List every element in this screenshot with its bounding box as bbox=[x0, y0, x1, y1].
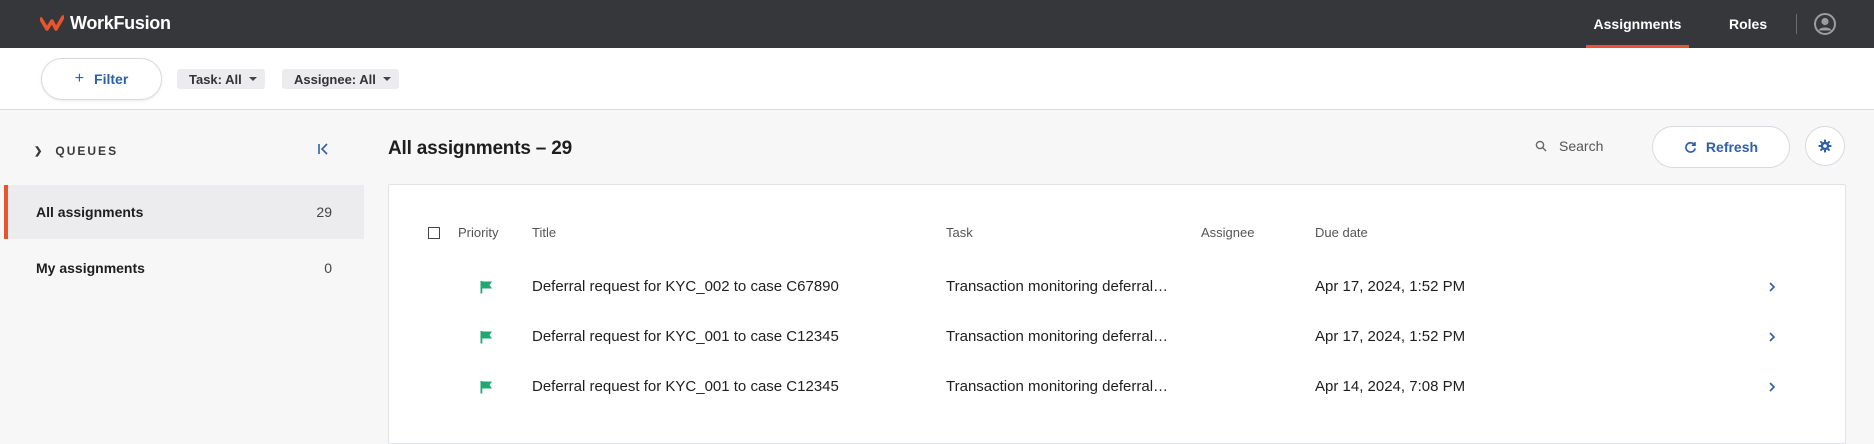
assignee-filter-chip[interactable]: Assignee: All bbox=[282, 69, 399, 89]
row-due-date: Apr 14, 2024, 7:08 PM bbox=[1315, 378, 1466, 395]
column-header-task[interactable]: Task bbox=[946, 225, 973, 240]
chevron-right-icon[interactable] bbox=[1767, 279, 1777, 295]
plus-icon: + bbox=[74, 70, 85, 87]
column-header-assignee[interactable]: Assignee bbox=[1201, 225, 1254, 240]
selected-indicator bbox=[4, 185, 8, 239]
row-due-date: Apr 17, 2024, 1:52 PM bbox=[1315, 278, 1466, 295]
nav-tab-roles[interactable]: Roles bbox=[1729, 0, 1767, 48]
workfusion-logo[interactable]: WorkFusion bbox=[40, 13, 171, 34]
assignee-filter-label: Assignee: All bbox=[294, 71, 376, 87]
workfusion-logo-icon bbox=[40, 14, 64, 31]
select-all-checkbox[interactable] bbox=[428, 227, 440, 239]
row-task: Transaction monitoring deferral… bbox=[946, 328, 1169, 345]
task-filter-chip[interactable]: Task: All bbox=[177, 69, 265, 89]
chevron-right-icon[interactable] bbox=[1767, 379, 1777, 395]
user-account-icon[interactable] bbox=[1814, 13, 1836, 35]
filter-bar: + Filter Task: All Assignee: All bbox=[0, 48, 1874, 110]
row-title: Deferral request for KYC_001 to case C12… bbox=[532, 378, 839, 395]
add-filter-button[interactable]: + Filter bbox=[41, 58, 162, 100]
queue-item-label: All assignments bbox=[36, 204, 144, 220]
chevron-right-icon[interactable] bbox=[1767, 329, 1777, 345]
nav-divider bbox=[1796, 14, 1797, 34]
add-filter-label: Filter bbox=[94, 71, 129, 87]
row-title: Deferral request for KYC_001 to case C12… bbox=[532, 328, 839, 345]
collapse-sidebar-icon[interactable] bbox=[316, 141, 332, 157]
search-placeholder: Search bbox=[1559, 138, 1604, 154]
flag-icon bbox=[480, 331, 492, 344]
column-header-title[interactable]: Title bbox=[532, 225, 556, 240]
chevron-down-icon: ❯ bbox=[34, 145, 43, 157]
table-settings-button[interactable] bbox=[1805, 126, 1845, 166]
table-row[interactable]: Deferral request for KYC_001 to case C12… bbox=[389, 312, 1847, 362]
nav-tab-assignments[interactable]: Assignments bbox=[1586, 0, 1689, 48]
queues-sidebar: ❯ QUEUES All assignments 29 My assignmen… bbox=[0, 111, 364, 435]
table-row[interactable]: Deferral request for KYC_001 to case C12… bbox=[389, 362, 1847, 412]
refresh-button[interactable]: Refresh bbox=[1652, 126, 1790, 168]
search-input[interactable]: Search bbox=[1535, 138, 1603, 154]
queue-item-count: 0 bbox=[324, 260, 332, 276]
row-task: Transaction monitoring deferral… bbox=[946, 378, 1169, 395]
queue-item-count: 29 bbox=[316, 204, 332, 220]
caret-down-icon bbox=[248, 77, 257, 81]
queue-item-label: My assignments bbox=[36, 260, 145, 276]
search-icon bbox=[1535, 140, 1547, 152]
brand-name: WorkFusion bbox=[70, 13, 171, 33]
queues-heading: QUEUES bbox=[55, 144, 119, 158]
row-task: Transaction monitoring deferral… bbox=[946, 278, 1169, 295]
task-filter-label: Task: All bbox=[189, 71, 242, 87]
refresh-label: Refresh bbox=[1705, 139, 1759, 155]
caret-down-icon bbox=[382, 77, 391, 81]
flag-icon bbox=[480, 281, 492, 294]
page-title: All assignments – 29 bbox=[388, 138, 572, 159]
top-navigation-bar: WorkFusion Assignments Roles bbox=[0, 0, 1874, 48]
queue-item-all-assignments[interactable]: All assignments 29 bbox=[4, 185, 364, 239]
row-due-date: Apr 17, 2024, 1:52 PM bbox=[1315, 328, 1466, 345]
column-header-priority[interactable]: Priority bbox=[458, 225, 498, 240]
column-header-due-date[interactable]: Due date bbox=[1315, 225, 1368, 240]
table-row[interactable]: Deferral request for KYC_002 to case C67… bbox=[389, 262, 1847, 312]
assignments-table: Priority Title Task Assignee Due date De… bbox=[388, 184, 1846, 444]
refresh-icon bbox=[1685, 141, 1696, 153]
queues-section-toggle[interactable]: ❯ QUEUES bbox=[34, 144, 118, 158]
row-title: Deferral request for KYC_002 to case C67… bbox=[532, 278, 839, 295]
flag-icon bbox=[480, 381, 492, 394]
nav-tab-assignments-label: Assignments bbox=[1593, 16, 1682, 32]
gear-icon bbox=[1818, 139, 1832, 153]
queue-item-my-assignments[interactable]: My assignments 0 bbox=[4, 241, 364, 295]
